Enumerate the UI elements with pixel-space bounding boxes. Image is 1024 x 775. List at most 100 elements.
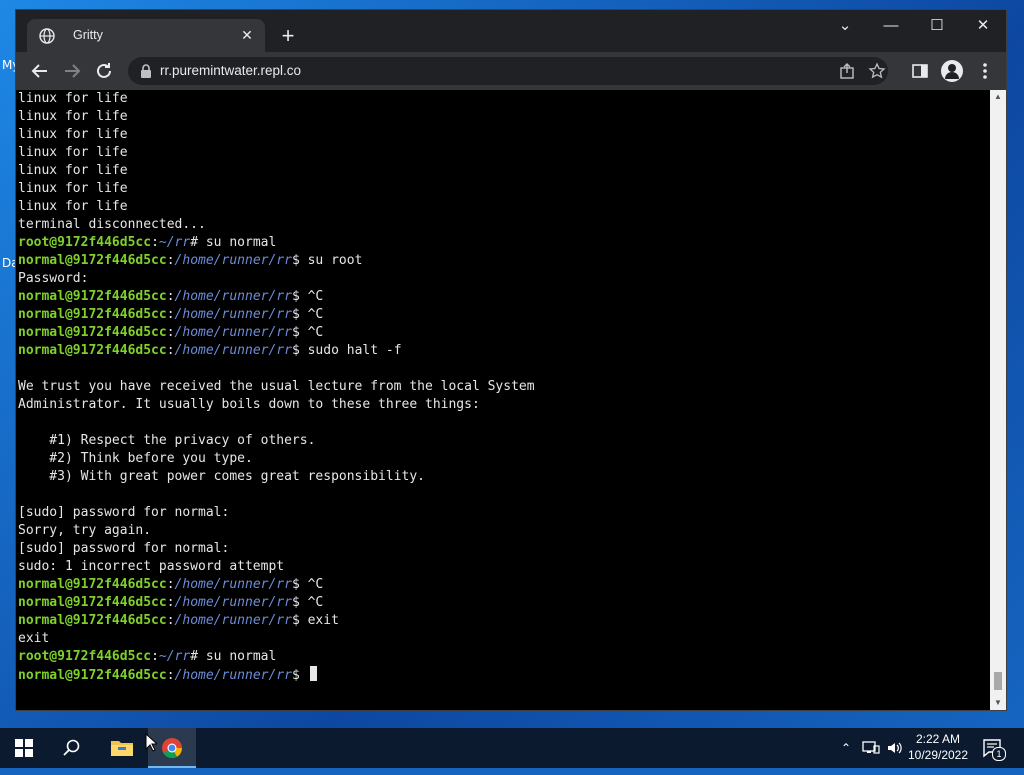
tab-title: Gritty bbox=[73, 28, 103, 42]
terminal-line: [sudo] password for normal: bbox=[18, 504, 535, 522]
output-text: #2) Think before you type. bbox=[18, 451, 253, 466]
terminal-line: normal@9172f446d5cc:/home/runner/rr$ su … bbox=[18, 252, 535, 270]
command-text: ^C bbox=[307, 307, 324, 322]
prompt-user: normal@9172f446d5cc bbox=[18, 577, 167, 592]
command-text: sudo halt -f bbox=[307, 343, 402, 358]
new-tab-button[interactable]: + bbox=[278, 25, 298, 47]
output-text: linux for life bbox=[18, 145, 128, 160]
output-text: linux for life bbox=[18, 127, 128, 142]
terminal-view[interactable]: linux for life linux for life linux for li… bbox=[16, 90, 990, 710]
output-text: sudo: 1 incorrect password attempt bbox=[18, 559, 285, 574]
prompt-user: root@9172f446d5cc bbox=[18, 649, 152, 664]
browser-window: Gritty ✕ + ⌄ — ☐ ✕ rr.puremintwater.repl… bbox=[16, 10, 1006, 710]
prompt-separator: : bbox=[151, 649, 159, 664]
output-text: linux for life bbox=[18, 91, 128, 106]
forward-button[interactable] bbox=[60, 59, 84, 83]
prompt-symbol: $ bbox=[291, 307, 308, 322]
browser-tab[interactable]: Gritty ✕ bbox=[27, 19, 265, 52]
terminal-output[interactable]: linux for life linux for life linux for li… bbox=[18, 90, 535, 684]
scroll-down-icon[interactable]: ▼ bbox=[990, 696, 1006, 710]
windows-logo-icon bbox=[15, 739, 33, 757]
terminal-line: sudo: 1 incorrect password attempt bbox=[18, 558, 535, 576]
prompt-user: normal@9172f446d5cc bbox=[18, 595, 167, 610]
terminal-line: normal@9172f446d5cc:/home/runner/rr$ sud… bbox=[18, 342, 535, 360]
network-icon[interactable] bbox=[862, 740, 880, 756]
notification-count-badge: 1 bbox=[992, 747, 1006, 761]
globe-icon bbox=[39, 28, 55, 44]
maximize-button[interactable]: ☐ bbox=[914, 10, 960, 42]
terminal-line: linux for life bbox=[18, 180, 535, 198]
file-explorer-button[interactable] bbox=[98, 728, 146, 768]
show-hidden-icons-icon[interactable]: ⌃ bbox=[836, 728, 856, 768]
command-text: ^C bbox=[307, 289, 324, 304]
text-cursor bbox=[309, 666, 317, 681]
close-window-button[interactable]: ✕ bbox=[960, 10, 1006, 42]
terminal-line: Sorry, try again. bbox=[18, 522, 535, 540]
prompt-path: /home/runner/rr bbox=[174, 325, 292, 340]
command-text: ^C bbox=[307, 325, 324, 340]
prompt-symbol: # bbox=[190, 649, 206, 664]
scroll-up-icon[interactable]: ▲ bbox=[990, 90, 1006, 104]
prompt-path: /home/runner/rr bbox=[174, 289, 292, 304]
terminal-line: #2) Think before you type. bbox=[18, 450, 535, 468]
browser-toolbar: rr.puremintwater.repl.co bbox=[16, 52, 1006, 90]
prompt-symbol: $ bbox=[291, 668, 308, 683]
tab-close-icon[interactable]: ✕ bbox=[239, 27, 255, 43]
output-text: terminal disconnected... bbox=[18, 217, 206, 232]
terminal-line: normal@9172f446d5cc:/home/runner/rr$ exi… bbox=[18, 612, 535, 630]
reload-button[interactable] bbox=[92, 59, 116, 83]
share-icon[interactable] bbox=[838, 62, 856, 80]
output-text: We trust you have received the usual lec… bbox=[18, 379, 535, 394]
terminal-line: normal@9172f446d5cc:/home/runner/rr$ ^C bbox=[18, 576, 535, 594]
scrollbar-thumb[interactable] bbox=[994, 672, 1002, 690]
bookmark-star-icon[interactable] bbox=[868, 62, 886, 80]
prompt-path: /home/runner/rr bbox=[174, 307, 292, 322]
url-text[interactable]: rr.puremintwater.repl.co bbox=[160, 63, 301, 78]
prompt-user: normal@9172f446d5cc bbox=[18, 613, 167, 628]
side-panel-icon[interactable] bbox=[911, 62, 929, 80]
terminal-line: normal@9172f446d5cc:/home/runner/rr$ ^C bbox=[18, 594, 535, 612]
terminal-line: exit bbox=[18, 630, 535, 648]
folder-icon bbox=[111, 741, 133, 756]
prompt-separator: : bbox=[166, 325, 175, 340]
terminal-line: #1) Respect the privacy of others. bbox=[18, 432, 535, 450]
lock-icon[interactable] bbox=[140, 63, 152, 79]
prompt-separator: : bbox=[166, 595, 175, 610]
prompt-separator: : bbox=[166, 577, 175, 592]
taskbar-clock[interactable]: 2:22 AM 10/29/2022 bbox=[900, 731, 976, 763]
output-text: [sudo] password for normal: bbox=[18, 505, 230, 520]
scrollbar[interactable]: ▲ ▼ bbox=[990, 90, 1006, 710]
terminal-line: normal@9172f446d5cc:/home/runner/rr$ ^C bbox=[18, 288, 535, 306]
prompt-path: /home/runner/rr bbox=[174, 668, 292, 683]
notifications-button[interactable]: 1 bbox=[982, 738, 1006, 761]
search-button[interactable] bbox=[48, 728, 96, 768]
prompt-user: normal@9172f446d5cc bbox=[18, 307, 167, 322]
prompt-symbol: $ bbox=[291, 253, 308, 268]
terminal-line: normal@9172f446d5cc:/home/runner/rr$ ^C bbox=[18, 324, 535, 342]
prompt-path: ~/rr bbox=[158, 235, 191, 250]
start-button[interactable] bbox=[0, 728, 48, 768]
prompt-separator: : bbox=[166, 613, 175, 628]
command-text: ^C bbox=[307, 595, 324, 610]
prompt-user: normal@9172f446d5cc bbox=[18, 289, 167, 304]
more-menu-icon[interactable] bbox=[973, 59, 997, 83]
minimize-button[interactable]: — bbox=[868, 10, 914, 42]
back-button[interactable] bbox=[28, 59, 52, 83]
prompt-separator: : bbox=[166, 343, 175, 358]
arrow-left-icon bbox=[31, 64, 47, 78]
address-bar[interactable]: rr.puremintwater.repl.co bbox=[128, 57, 888, 85]
prompt-user: normal@9172f446d5cc bbox=[18, 343, 167, 358]
command-text: su root bbox=[307, 253, 363, 268]
output-text: #1) Respect the privacy of others. bbox=[18, 433, 316, 448]
prompt-symbol: $ bbox=[291, 343, 308, 358]
prompt-symbol: $ bbox=[291, 325, 308, 340]
arrow-right-icon bbox=[65, 64, 81, 78]
terminal-line: Administrator. It usually boils down to … bbox=[18, 396, 535, 414]
clock-time: 2:22 AM bbox=[915, 732, 961, 746]
prompt-separator: : bbox=[151, 235, 159, 250]
tab-search-icon[interactable]: ⌄ bbox=[822, 10, 868, 42]
prompt-symbol: $ bbox=[291, 595, 308, 610]
prompt-path: /home/runner/rr bbox=[174, 253, 292, 268]
profile-avatar-icon[interactable] bbox=[941, 60, 963, 82]
